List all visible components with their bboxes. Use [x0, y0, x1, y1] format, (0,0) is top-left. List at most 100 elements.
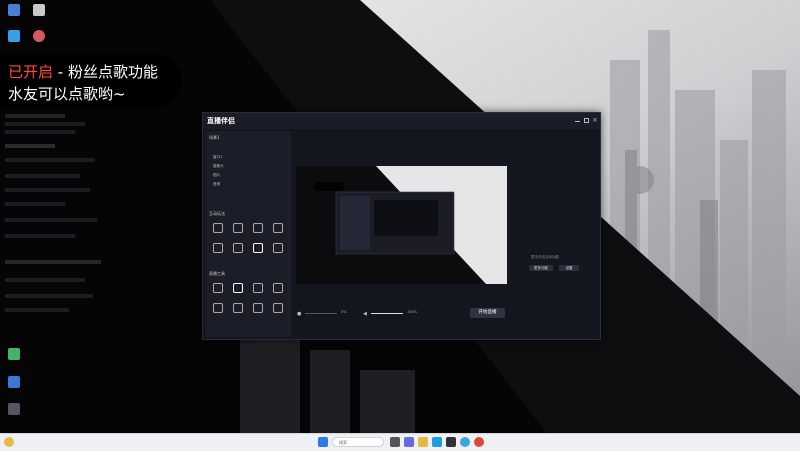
live-tool[interactable] — [211, 283, 225, 293]
source-item[interactable]: 图片 — [213, 173, 220, 178]
banner-status: 已开启 — [8, 63, 54, 81]
section-tools: 直播工具 — [209, 271, 225, 276]
maximize-icon[interactable] — [584, 118, 589, 123]
tool-icon — [213, 283, 223, 293]
left-panel: 场景1 窗口1 摄像头 图片 音频 互动玩法 直播工具 — [205, 131, 291, 337]
source-item[interactable]: 摄像头 — [213, 164, 224, 169]
banner-feature: - 粉丝点歌功能 — [53, 63, 158, 81]
mic-slider[interactable] — [305, 313, 337, 314]
desktop-icon[interactable] — [3, 376, 25, 389]
chat-row — [5, 278, 85, 282]
interactive-tool[interactable] — [251, 223, 265, 233]
speaker-icon[interactable]: ◀ — [363, 311, 367, 317]
live-tool[interactable] — [231, 303, 245, 313]
live-tool[interactable] — [271, 303, 285, 313]
chat-icon[interactable] — [404, 437, 414, 447]
app-logo: 直播伴侣 — [207, 117, 235, 125]
live-tool[interactable] — [251, 303, 265, 313]
song-request-banner: 已开启 - 粉丝点歌功能 水友可以点歌哟~ — [0, 55, 182, 107]
more-features-button[interactable]: 更多功能 — [529, 265, 553, 271]
desktop-icon[interactable] — [3, 4, 25, 17]
search-input[interactable]: 搜索 — [332, 437, 384, 447]
tool-icon — [253, 283, 263, 293]
recycle-bin-icon — [33, 4, 45, 16]
source-item[interactable]: 音频 — [213, 182, 220, 187]
browser-icon[interactable] — [460, 437, 470, 447]
chat-row — [5, 218, 97, 222]
banner-line-2: 水友可以点歌哟~ — [8, 85, 126, 103]
banner-line-1: 已开启 - 粉丝点歌功能 — [8, 61, 158, 82]
desktop-icon[interactable] — [3, 348, 25, 361]
right-panel: 暂未开启互动功能 更多功能 设置 — [517, 147, 599, 337]
computer-icon — [8, 4, 20, 16]
tool-icon — [213, 223, 223, 233]
interactive-tool[interactable] — [231, 243, 245, 253]
chat-row — [5, 114, 65, 118]
interactive-tool[interactable] — [211, 243, 225, 253]
app-icon — [8, 348, 20, 360]
preview-image — [296, 166, 507, 284]
tool-icon — [233, 223, 243, 233]
live-tool[interactable] — [211, 303, 225, 313]
chrome-icon[interactable] — [474, 437, 484, 447]
close-icon[interactable]: × — [592, 116, 598, 124]
music-icon — [253, 243, 263, 253]
speaker-slider[interactable] — [371, 313, 403, 314]
empty-hint: 暂未开启互动功能 — [531, 255, 559, 259]
taskview-icon[interactable] — [390, 437, 400, 447]
chat-row — [5, 122, 85, 126]
app-icon — [33, 30, 45, 42]
tool-icon — [213, 303, 223, 313]
tool-icon — [273, 303, 283, 313]
start-icon[interactable] — [318, 437, 328, 447]
live-tool[interactable] — [271, 283, 285, 293]
interactive-tool[interactable] — [231, 223, 245, 233]
section-interactive: 互动玩法 — [209, 211, 225, 216]
chat-row — [5, 174, 80, 178]
song-request-tool[interactable] — [251, 243, 265, 253]
app-icon[interactable] — [432, 437, 442, 447]
source-item[interactable]: 窗口1 — [213, 155, 222, 160]
stream-preview[interactable] — [296, 166, 507, 284]
tool-icon — [213, 243, 223, 253]
mic-percent: 0% — [341, 310, 347, 314]
app-icon — [8, 403, 20, 415]
app-icon[interactable] — [446, 437, 456, 447]
chat-row — [5, 188, 90, 192]
mic-icon[interactable]: ● — [297, 311, 301, 317]
chat-row — [5, 130, 75, 134]
desktop-icon[interactable] — [28, 30, 50, 43]
minimize-icon[interactable] — [575, 121, 580, 122]
chat-feed — [3, 110, 105, 318]
go-live-button[interactable]: 开始直播 — [470, 308, 505, 318]
chat-row — [5, 234, 75, 238]
tool-icon — [253, 303, 263, 313]
tool-icon — [253, 223, 263, 233]
tool-icon — [273, 223, 283, 233]
speaker-percent: 100% — [407, 310, 418, 314]
scene-selector[interactable]: 场景1 — [209, 135, 220, 141]
weather-icon[interactable] — [4, 437, 14, 447]
live-companion-window[interactable]: 直播伴侣 × 场景1 窗口1 摄像头 图片 音频 互动玩法 直播工具 暂未开启互… — [202, 112, 601, 340]
interactive-tool[interactable] — [271, 223, 285, 233]
chat-row — [5, 158, 95, 162]
chat-row — [5, 144, 55, 148]
tool-icon — [233, 303, 243, 313]
desktop-icon[interactable] — [28, 4, 50, 17]
app-icon — [8, 30, 20, 42]
chat-row — [5, 202, 65, 206]
chat-row — [5, 260, 101, 264]
desktop-icon[interactable] — [3, 403, 25, 416]
interactive-tool[interactable] — [271, 243, 285, 253]
desktop-icon[interactable] — [3, 30, 25, 43]
folder-icon[interactable] — [418, 437, 428, 447]
live-tool[interactable] — [251, 283, 265, 293]
app-titlebar: 直播伴侣 × — [203, 113, 600, 129]
tool-icon — [273, 243, 283, 253]
interactive-tool[interactable] — [211, 223, 225, 233]
live-tool[interactable] — [231, 283, 245, 293]
tool-icon — [273, 283, 283, 293]
settings-button[interactable]: 设置 — [559, 265, 579, 271]
tool-icon — [233, 243, 243, 253]
taskbar: 搜索 — [0, 433, 800, 451]
